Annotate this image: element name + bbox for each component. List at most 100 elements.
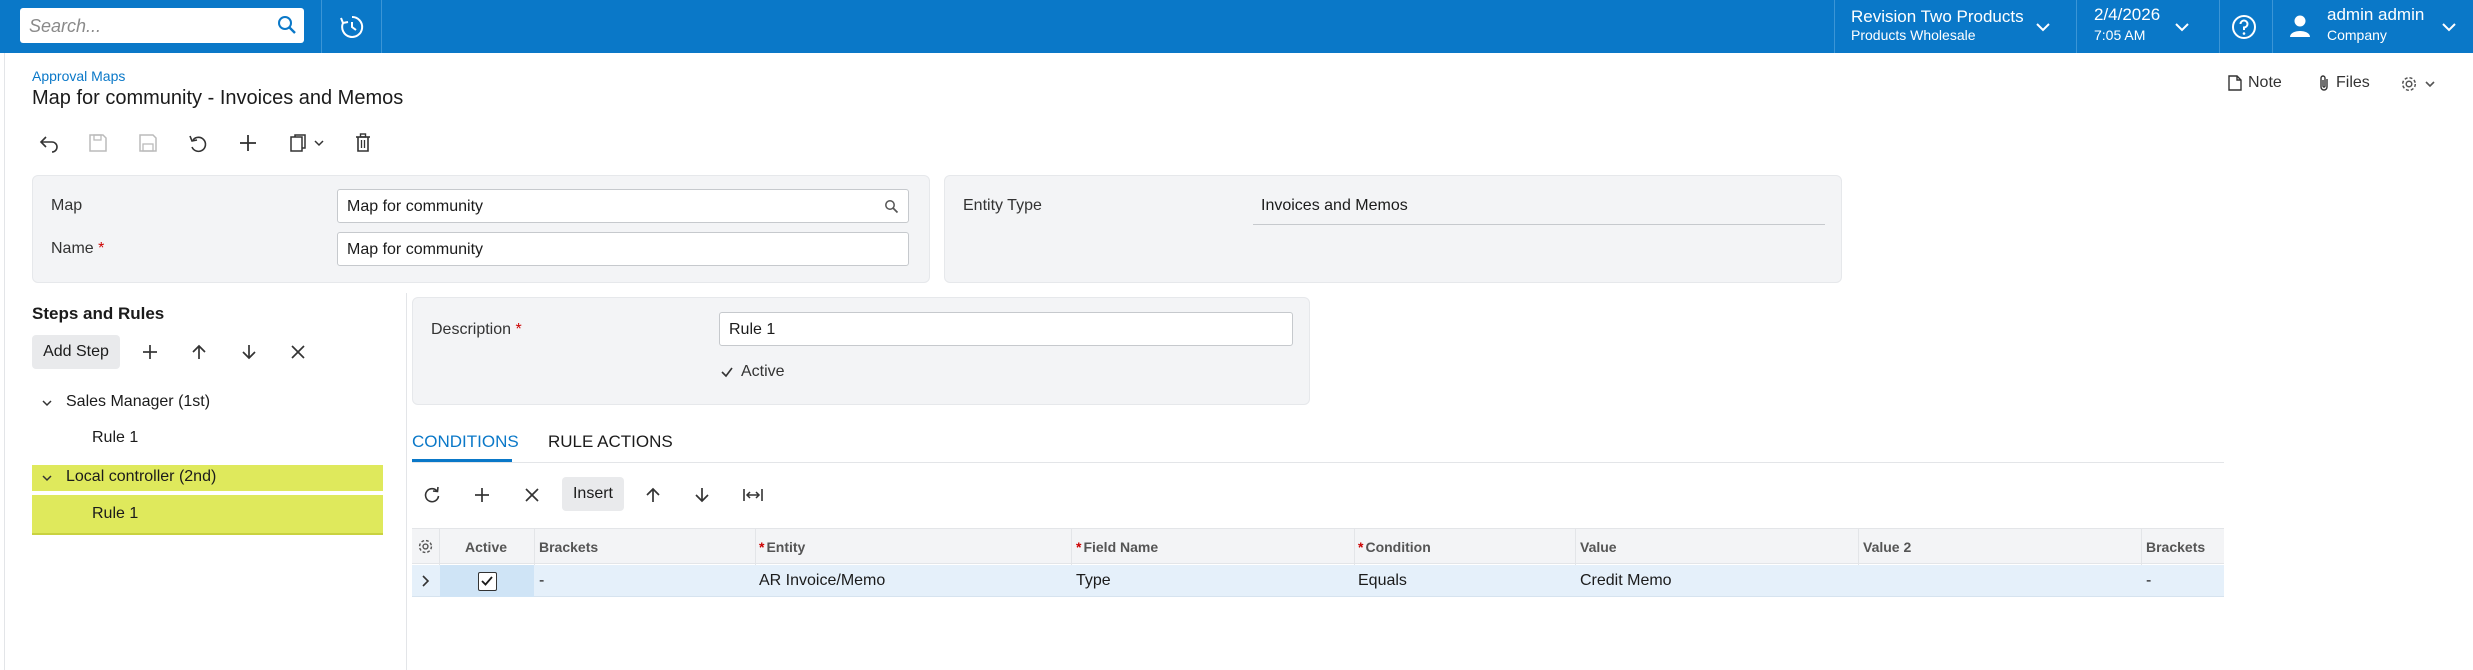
tree-rule-label[interactable]: Rule 1 [92,505,138,523]
delete-icon[interactable] [350,130,376,156]
map-value[interactable]: Map for community [347,198,483,216]
map-selector-field[interactable]: Map for community [337,189,909,223]
tab-rule-actions[interactable]: RULE ACTIONS [548,432,673,452]
name-field[interactable]: Map for community [337,232,909,266]
cell-condition[interactable]: Equals [1358,572,1407,590]
chevron-right-icon[interactable] [418,574,432,588]
topbar-divider [1834,0,1835,53]
save-icon[interactable] [135,130,161,156]
column-header-field-name[interactable]: * Field Name [1076,539,1158,555]
chevron-down-icon[interactable] [2173,18,2191,36]
breadcrumb[interactable]: Approval Maps [32,68,125,84]
arrow-down-icon[interactable] [688,481,716,509]
cell-brackets[interactable]: - [539,572,544,590]
steps-rules-title: Steps and Rules [32,304,165,323]
name-value[interactable]: Map for community [347,241,483,259]
cell-field-name[interactable]: Type [1076,572,1111,590]
search-icon[interactable] [276,14,298,36]
cell-value[interactable]: Credit Memo [1580,572,1672,590]
table-row[interactable]: - AR Invoice/Memo Type Equals Credit Mem… [412,565,2224,597]
refresh-icon[interactable] [418,481,446,509]
description-label: Description * [431,321,522,338]
save-and-close-icon[interactable] [85,130,111,156]
page-title: Map for community - Invoices and Memos [32,87,404,109]
chevron-down-icon[interactable] [40,471,54,485]
topbar-divider [381,0,382,53]
tree-step-label[interactable]: Sales Manager (1st) [66,393,210,411]
column-separator [534,529,535,565]
gear-icon [2400,75,2418,93]
pane-splitter[interactable] [406,293,407,670]
tree-rule-label[interactable]: Rule 1 [92,429,138,447]
chevron-down-icon[interactable] [2034,18,2052,36]
company-name[interactable]: Revision Two Products [1851,7,2024,27]
column-separator [1071,529,1072,565]
check-icon[interactable] [720,365,734,379]
chevron-down-icon[interactable] [40,396,54,410]
active-checkbox-label[interactable]: Active [741,363,785,381]
back-icon[interactable] [36,130,62,156]
column-header-brackets[interactable]: Brackets [539,539,598,555]
active-cell[interactable] [440,565,534,597]
tree-node-rule-selected[interactable]: Rule 1 [32,495,383,535]
note-icon [2228,75,2242,91]
map-label: Map [51,197,83,214]
add-icon[interactable] [235,130,261,156]
column-header-value[interactable]: Value [1580,539,1617,555]
column-header-condition[interactable]: * Condition [1358,539,1431,555]
tree-node-step-selected[interactable]: Local controller (2nd) [32,465,383,491]
description-field[interactable]: Rule 1 [719,312,1293,346]
add-rule-icon[interactable] [137,339,163,365]
chevron-down-icon[interactable] [2440,18,2458,36]
note-button[interactable]: Note [2228,74,2282,92]
business-date[interactable]: 2/4/2026 [2094,5,2160,25]
business-time: 7:05 AM [2094,27,2146,43]
settings-menu-button[interactable] [2400,75,2436,93]
column-header-active[interactable]: Active [465,539,507,555]
entity-type-value: Invoices and Memos [1261,197,1408,214]
top-bar: Search... Revision Two Products Products… [0,0,2473,53]
arrow-up-icon[interactable] [186,339,212,365]
files-button[interactable]: Files [2318,74,2370,92]
tabs-divider [412,462,2224,463]
cell-brackets-2[interactable]: - [2146,572,2151,590]
search-box[interactable]: Search... [20,8,304,43]
add-step-button[interactable]: Add Step [32,335,120,369]
rule-panel: Description * Rule 1 Active [412,297,1310,405]
column-header-entity[interactable]: * Entity [759,539,805,555]
column-separator [1575,529,1576,565]
undo-icon[interactable] [185,130,211,156]
delete-row-icon[interactable] [518,481,546,509]
column-header-brackets-2[interactable]: Brackets [2146,539,2205,555]
entity-type-label: Entity Type [963,197,1042,214]
gear-icon[interactable] [417,538,434,555]
map-form-panel: Map Map for community Name * Map for com… [32,175,930,283]
entity-type-panel: Entity Type Invoices and Memos [944,175,1842,283]
arrow-up-icon[interactable] [639,481,667,509]
description-value[interactable]: Rule 1 [729,321,775,339]
copy-paste-menu-icon[interactable] [286,130,330,156]
search-icon[interactable] [884,199,899,214]
search-input[interactable]: Search... [29,16,101,37]
user-name[interactable]: admin admin [2327,5,2424,25]
close-icon[interactable] [285,339,311,365]
help-icon[interactable] [2230,13,2258,41]
insert-button[interactable]: Insert [562,477,624,511]
active-checkbox[interactable] [478,572,497,591]
column-header-value-2[interactable]: Value 2 [1863,539,1911,555]
topbar-divider [2076,0,2077,53]
user-company: Company [2327,27,2387,43]
name-label: Name * [51,240,105,257]
add-row-icon[interactable] [468,481,496,509]
tab-conditions[interactable]: CONDITIONS [412,432,519,452]
arrow-down-icon[interactable] [236,339,262,365]
user-icon[interactable] [2287,13,2315,41]
entity-type-underline [1253,224,1825,225]
column-separator [439,529,440,565]
tree-step-label[interactable]: Local controller (2nd) [66,468,216,486]
topbar-divider [2219,0,2220,53]
cell-entity[interactable]: AR Invoice/Memo [759,572,885,590]
history-icon[interactable] [338,13,366,41]
fit-columns-icon[interactable] [739,481,767,509]
topbar-divider [321,0,322,53]
